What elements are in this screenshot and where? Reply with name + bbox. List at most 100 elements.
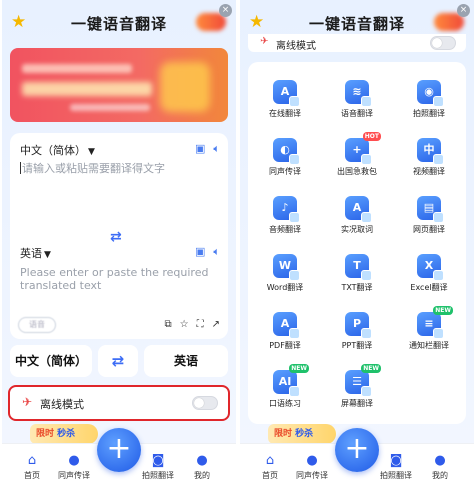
offline-mode-row[interactable]: ✈ 离线模式 bbox=[8, 385, 230, 421]
translate-card: 中文（简体） ▼ ▣ 🔈︎ 请输入或粘贴需要翻译得文字 ⇄ 英语 ▼ ▣ 🔈︎ Plea… bbox=[10, 133, 228, 339]
toggle-knob bbox=[194, 398, 204, 408]
tool-icon: X bbox=[417, 254, 444, 281]
source-lang-selector[interactable]: 中文（简体） ▼ bbox=[20, 142, 95, 158]
source-input[interactable]: 请输入或粘贴需要翻译得文字 bbox=[20, 161, 220, 176]
nav-label: 拍照翻译 bbox=[380, 471, 412, 480]
toggle-knob bbox=[432, 38, 442, 48]
nav-me[interactable]: ● 我的 bbox=[182, 454, 222, 481]
tool-item[interactable]: T TXT翻译 bbox=[321, 254, 393, 293]
nav-photo[interactable]: ◙ 拍照翻译 bbox=[138, 454, 178, 481]
tool-item[interactable]: ≡ NEW 通知栏翻译 bbox=[393, 306, 465, 351]
source-lang-label: 中文（简体） bbox=[20, 144, 86, 157]
promo-banner[interactable] bbox=[10, 48, 228, 122]
tool-item[interactable]: A PDF翻译 bbox=[249, 312, 321, 351]
airplane-icon: ✈ bbox=[260, 36, 269, 47]
right-screen: ★ 一键语音翻译 × ✈ 离线模式 A 在线翻译 ≋ 语音翻译 ◉ 拍照翻译 ◐ 同声传译 + H… bbox=[240, 0, 474, 491]
tool-label: 语音翻译 bbox=[341, 109, 373, 118]
tool-label: PPT翻译 bbox=[341, 341, 373, 350]
tool-label: 拍照翻译 bbox=[413, 109, 445, 118]
tool-label: 在线翻译 bbox=[269, 109, 301, 118]
tool-item[interactable]: W Word翻译 bbox=[249, 254, 321, 293]
tool-label: 口语练习 bbox=[269, 399, 301, 408]
offline-toggle[interactable] bbox=[192, 396, 218, 410]
nav-simul[interactable]: ● 同声传译 bbox=[54, 454, 94, 481]
nav-home[interactable]: ⌂ 首页 bbox=[250, 454, 290, 481]
tool-item[interactable]: ☰ NEW 屏幕翻译 bbox=[321, 364, 393, 409]
home-icon: ⌂ bbox=[265, 453, 275, 468]
nav-label: 我的 bbox=[432, 471, 448, 480]
add-button[interactable]: + bbox=[335, 428, 379, 472]
chat-icon: ● bbox=[306, 453, 318, 468]
tool-item[interactable]: 中视频翻译 bbox=[393, 138, 465, 177]
copy-icon[interactable]: ⧉ bbox=[165, 319, 172, 330]
airplane-icon: ✈ bbox=[22, 395, 33, 409]
tool-item[interactable]: + HOT 出国急救包 bbox=[321, 132, 393, 177]
keyboard-icon[interactable]: ▣ bbox=[195, 142, 205, 155]
nav-home[interactable]: ⌂ 首页 bbox=[12, 454, 52, 481]
tool-item[interactable]: X Excel翻译 bbox=[393, 254, 465, 293]
tool-label: 网页翻译 bbox=[413, 225, 445, 234]
nav-photo[interactable]: ◙ 拍照翻译 bbox=[376, 454, 416, 481]
keyboard-icon[interactable]: ▣ bbox=[195, 245, 205, 258]
pill-source-lang[interactable]: 中文（简体） bbox=[10, 345, 92, 377]
tool-item[interactable]: ◉ 拍照翻译 bbox=[393, 80, 465, 119]
target-lang-label: 英语 bbox=[20, 247, 42, 260]
tool-icon: A bbox=[345, 196, 372, 223]
tool-icon: ☰ bbox=[345, 370, 372, 397]
chevron-down-icon: ▼ bbox=[44, 250, 51, 260]
tool-item[interactable]: A 实况取词 bbox=[321, 196, 393, 235]
offline-toggle[interactable] bbox=[430, 36, 456, 50]
banner-blur-headline bbox=[22, 82, 152, 96]
nav-label: 同声传译 bbox=[296, 471, 328, 480]
tool-icon: A bbox=[273, 312, 300, 339]
tool-badge: NEW bbox=[289, 364, 309, 373]
tool-label: 同声传译 bbox=[269, 167, 301, 176]
banner-blur-text bbox=[22, 64, 132, 73]
close-icon[interactable]: × bbox=[457, 4, 470, 17]
tool-item[interactable]: A 在线翻译 bbox=[249, 80, 321, 119]
fullscreen-icon[interactable]: ⛶ bbox=[197, 319, 204, 330]
flash-label-b: 秒杀 bbox=[57, 429, 76, 439]
tool-item[interactable]: ♪ 音频翻译 bbox=[249, 196, 321, 235]
swap-icon[interactable]: ⇄ bbox=[110, 229, 122, 245]
nav-label: 首页 bbox=[262, 471, 278, 480]
flash-label: 限时 bbox=[274, 429, 293, 439]
tool-icon: ◐ bbox=[273, 138, 300, 165]
tool-icon: AI bbox=[273, 370, 300, 397]
nav-me[interactable]: ● 我的 bbox=[420, 454, 460, 481]
target-output: Please enter or paste the required trans… bbox=[20, 266, 209, 292]
output-tools: ⧉ ☆ ⛶ ↗ bbox=[157, 319, 221, 330]
pill-target-lang[interactable]: 英语 bbox=[144, 345, 228, 377]
tool-icon: A bbox=[273, 80, 300, 107]
star-outline-icon[interactable]: ☆ bbox=[180, 319, 189, 330]
close-icon[interactable]: × bbox=[219, 4, 232, 17]
flash-sale-badge[interactable]: 限时 秒杀 bbox=[268, 424, 336, 444]
tool-label: 实况取词 bbox=[341, 225, 373, 234]
tool-label: 视频翻译 bbox=[413, 167, 445, 176]
home-icon: ⌂ bbox=[27, 453, 37, 468]
tool-item[interactable]: ▤ 网页翻译 bbox=[393, 196, 465, 235]
tool-item[interactable]: ◐ 同声传译 bbox=[249, 138, 321, 177]
speaker-icon[interactable]: 🔈︎ bbox=[213, 142, 220, 155]
tool-item[interactable]: AI NEW 口语练习 bbox=[249, 364, 321, 409]
add-button[interactable]: + bbox=[97, 428, 141, 472]
swap-langs-icon[interactable]: ⇄ bbox=[98, 345, 138, 377]
header: ★ 一键语音翻译 × bbox=[2, 0, 236, 46]
banner-blur-subtext bbox=[70, 104, 150, 111]
share-icon[interactable]: ↗ bbox=[212, 319, 220, 330]
offline-mode-label: 离线模式 bbox=[276, 41, 316, 52]
voice-chip[interactable]: 语音 bbox=[18, 317, 56, 333]
nav-simul[interactable]: ● 同声传译 bbox=[292, 454, 332, 481]
user-icon: ● bbox=[196, 453, 208, 468]
speaker-icon[interactable]: 🔈︎ bbox=[213, 245, 220, 258]
offline-mode-label: 离线模式 bbox=[40, 398, 84, 411]
offline-mode-row[interactable]: ✈ 离线模式 bbox=[248, 34, 466, 52]
target-lang-selector[interactable]: 英语 ▼ bbox=[20, 245, 51, 261]
nav-label: 同声传译 bbox=[58, 471, 90, 480]
flash-sale-badge[interactable]: 限时 秒杀 bbox=[30, 424, 98, 444]
tool-item[interactable]: P PPT翻译 bbox=[321, 312, 393, 351]
tool-item[interactable]: ≋ 语音翻译 bbox=[321, 80, 393, 119]
left-screen: ★ 一键语音翻译 × 中文（简体） ▼ ▣ 🔈︎ 请输入或粘贴需要翻译得文字 ⇄ 英… bbox=[2, 0, 236, 491]
chevron-down-icon: ▼ bbox=[88, 147, 95, 157]
nav-label: 我的 bbox=[194, 471, 210, 480]
